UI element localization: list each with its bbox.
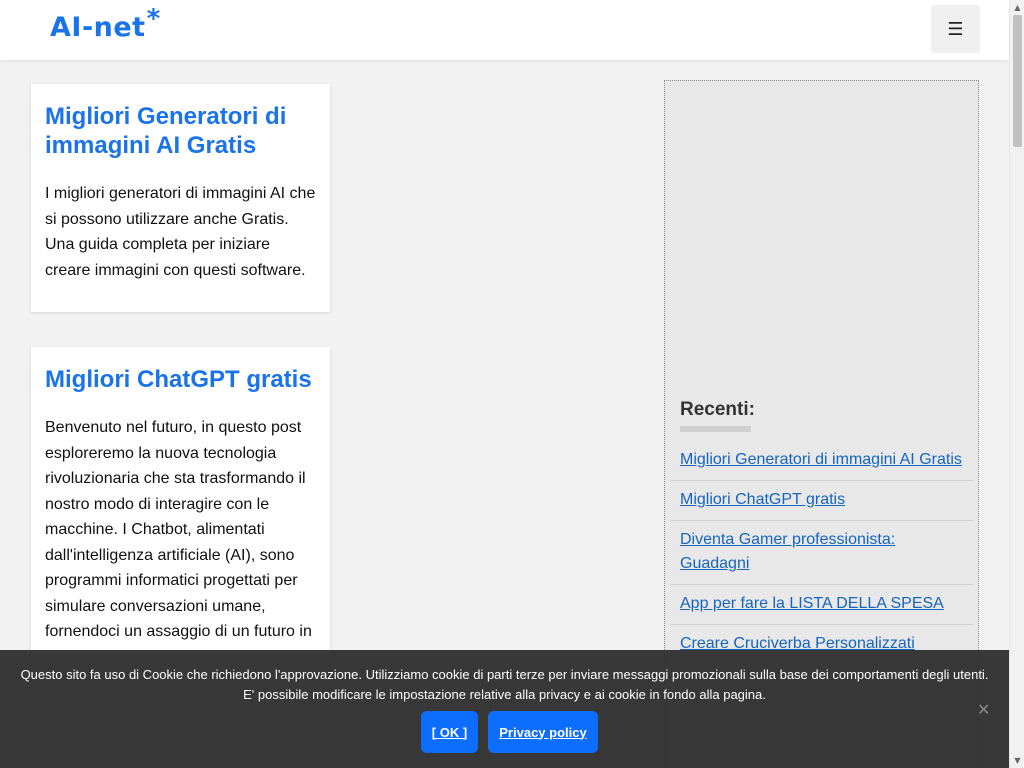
scroll-up-arrow-icon[interactable]: ▲ [1010,0,1024,15]
recent-post-link[interactable]: App per fare la LISTA DELLA SPESA [680,595,944,612]
scroll-down-arrow-icon[interactable]: ▼ [1010,753,1024,768]
list-item: Migliori Generatori di immagini AI Grati… [670,441,973,481]
list-item: App per fare la LISTA DELLA SPESA [670,585,973,625]
logo-text: AI-net [50,12,146,43]
list-item: Diventa Gamer professionista: Guadagni [670,521,973,585]
recent-posts-list: Migliori Generatori di immagini AI Grati… [670,441,973,665]
recent-post-link[interactable]: Diventa Gamer professionista: Guadagni [680,531,895,572]
post-title-link[interactable]: Migliori Generatori di immagini AI Grati… [45,102,316,160]
hamburger-menu-button[interactable]: ☰ [931,5,980,53]
hamburger-icon: ☰ [947,18,964,40]
privacy-policy-button[interactable]: Privacy policy [488,711,598,753]
recent-post-link[interactable]: Migliori ChatGPT gratis [680,491,845,508]
site-logo[interactable]: AI-net* [50,4,161,43]
cookie-message: Questo sito fa uso di Cookie che richied… [20,667,989,702]
scrollbar-thumb[interactable] [1013,15,1022,147]
post-excerpt: Benvenuto nel futuro, in questo post esp… [45,419,312,640]
recent-post-link[interactable]: Migliori Generatori di immagini AI Grati… [680,451,962,468]
sidebar-heading: Recenti: [680,399,755,420]
post-title-link[interactable]: Migliori ChatGPT gratis [45,365,316,394]
post-excerpt: I migliori generatori di immagini AI che… [45,185,316,279]
post-card: Migliori Generatori di immagini AI Grati… [31,84,330,312]
cookie-banner: Questo sito fa uso di Cookie che richied… [0,650,1009,768]
logo-star: * [146,4,161,34]
post-card: Migliori ChatGPT gratis Benvenuto nel fu… [31,347,330,687]
close-icon[interactable]: ✕ [977,700,990,719]
page-scrollbar[interactable]: ▲ ▼ [1009,0,1024,768]
heading-underline [680,426,751,432]
site-header: AI-net* ☰ [0,0,1009,60]
cookie-accept-button[interactable]: [ OK ] [421,711,478,753]
list-item: Migliori ChatGPT gratis [670,481,973,521]
